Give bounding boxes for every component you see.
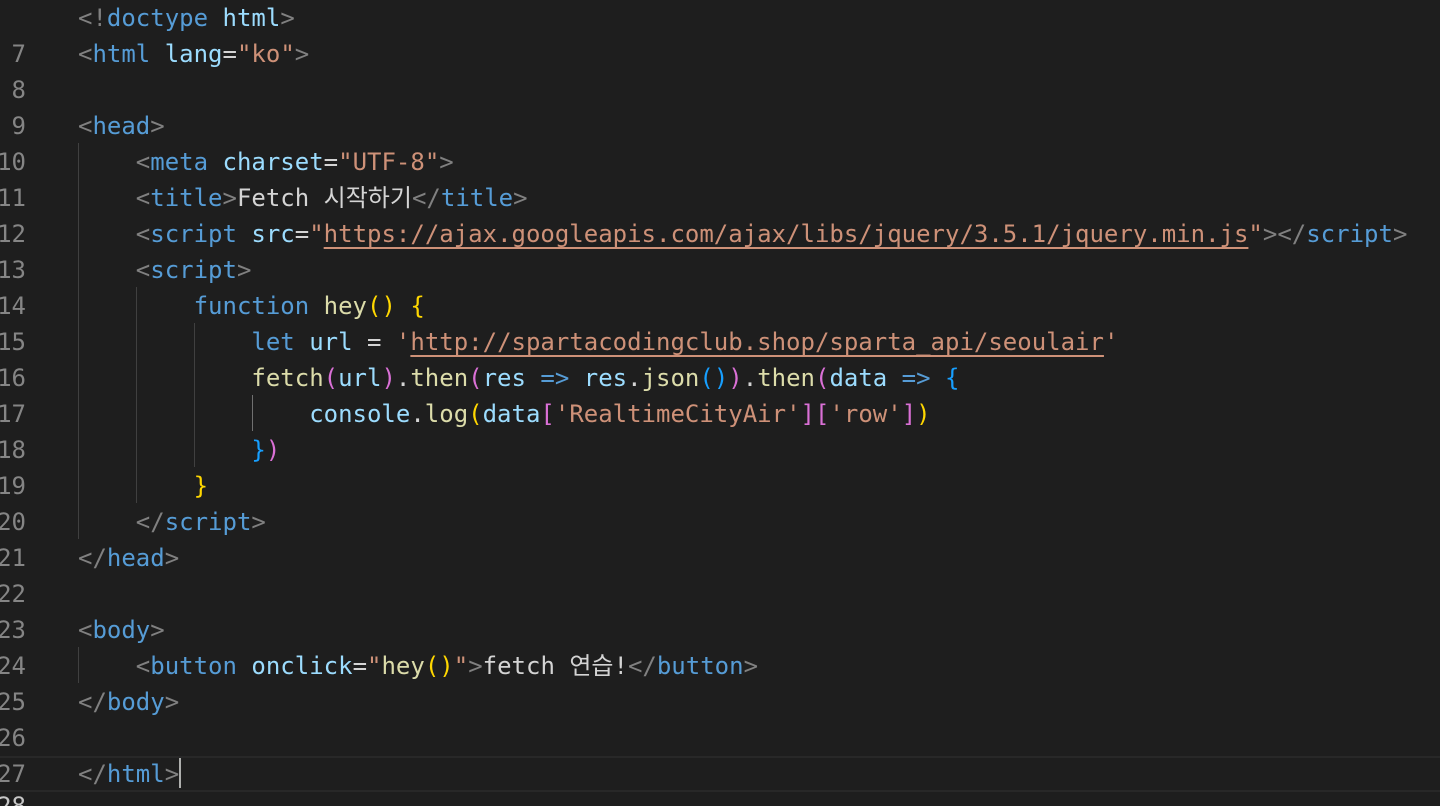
code-line[interactable]: 13 <script src="https://ajax.googleapis.… bbox=[0, 216, 1440, 284]
code-text: }) bbox=[251, 436, 281, 464]
code-text: } bbox=[193, 472, 209, 500]
code-text: </head> bbox=[78, 544, 180, 572]
code-line[interactable]: 9 bbox=[0, 72, 1440, 140]
code-line[interactable]: 21 </script> bbox=[0, 504, 1440, 572]
code-line[interactable]: 14 <script> bbox=[0, 252, 1440, 320]
code-line[interactable]: 8 <html lang="ko"> bbox=[0, 36, 1440, 104]
code-line[interactable]: 26 </body> bbox=[0, 684, 1440, 752]
code-line[interactable]: 19 }) bbox=[0, 432, 1440, 500]
line-number: 28 bbox=[0, 792, 26, 806]
code-line[interactable]: 15 function hey() { bbox=[0, 288, 1440, 356]
code-text: <head> bbox=[78, 112, 165, 140]
code-text: <title>Fetch 시작하기</title> bbox=[135, 184, 528, 212]
code-text: <meta charset="UTF-8"> bbox=[135, 148, 454, 176]
code-text: <script src="https://ajax.googleapis.com… bbox=[135, 220, 1408, 248]
code-text: <body> bbox=[78, 616, 165, 644]
code-text: function hey() { bbox=[193, 292, 425, 320]
code-line[interactable]: 23 bbox=[0, 576, 1440, 644]
url-link[interactable]: https://ajax.googleapis.com/ajax/libs/jq… bbox=[324, 220, 1249, 248]
code-line[interactable]: 27 bbox=[0, 720, 1440, 788]
code-line[interactable]: 16 let url = 'http://spartacodingclub.sh… bbox=[0, 324, 1440, 392]
url-link[interactable]: http://spartacodingclub.shop/sparta_api/… bbox=[410, 328, 1104, 356]
code-text: fetch(url).then(res => res.json()).then(… bbox=[251, 364, 960, 392]
code-line[interactable]: 22 </head> bbox=[0, 540, 1440, 608]
code-text: <script> bbox=[135, 256, 252, 284]
text-cursor bbox=[179, 758, 182, 788]
code-line[interactable]: 12 <title>Fetch 시작하기</title> bbox=[0, 180, 1440, 248]
code-editor[interactable]: 7 <!doctype html> 8 <html lang="ko"> 9 1… bbox=[0, 0, 1440, 806]
code-line[interactable]: 17 fetch(url).then(res => res.json()).th… bbox=[0, 360, 1440, 428]
code-text: <button onclick="hey()">fetch 연습!</butto… bbox=[135, 652, 759, 680]
code-line[interactable]: 7 <!doctype html> bbox=[0, 0, 1440, 68]
code-text: <html lang="ko"> bbox=[78, 40, 310, 68]
code-line[interactable]: 24 <body> bbox=[0, 612, 1440, 680]
code-text: </html> bbox=[78, 758, 182, 788]
code-text: </body> bbox=[78, 688, 180, 716]
code-line[interactable]: 25 <button onclick="hey()">fetch 연습!</bu… bbox=[0, 648, 1440, 716]
code-line[interactable]: 10 <head> bbox=[0, 108, 1440, 176]
code-text: <!doctype html> bbox=[78, 4, 295, 32]
code-line[interactable]: 18 console.log(data['RealtimeCityAir']['… bbox=[0, 396, 1440, 464]
code-line[interactable]: 11 <meta charset="UTF-8"> bbox=[0, 144, 1440, 212]
code-text: </script> bbox=[135, 508, 266, 536]
code-text: console.log(data['RealtimeCityAir']['row… bbox=[309, 400, 931, 428]
current-code-line[interactable]: 28 </html> bbox=[0, 756, 1440, 806]
code-text: let url = 'http://spartacodingclub.shop/… bbox=[251, 328, 1119, 356]
code-line[interactable]: 20 } bbox=[0, 468, 1440, 536]
